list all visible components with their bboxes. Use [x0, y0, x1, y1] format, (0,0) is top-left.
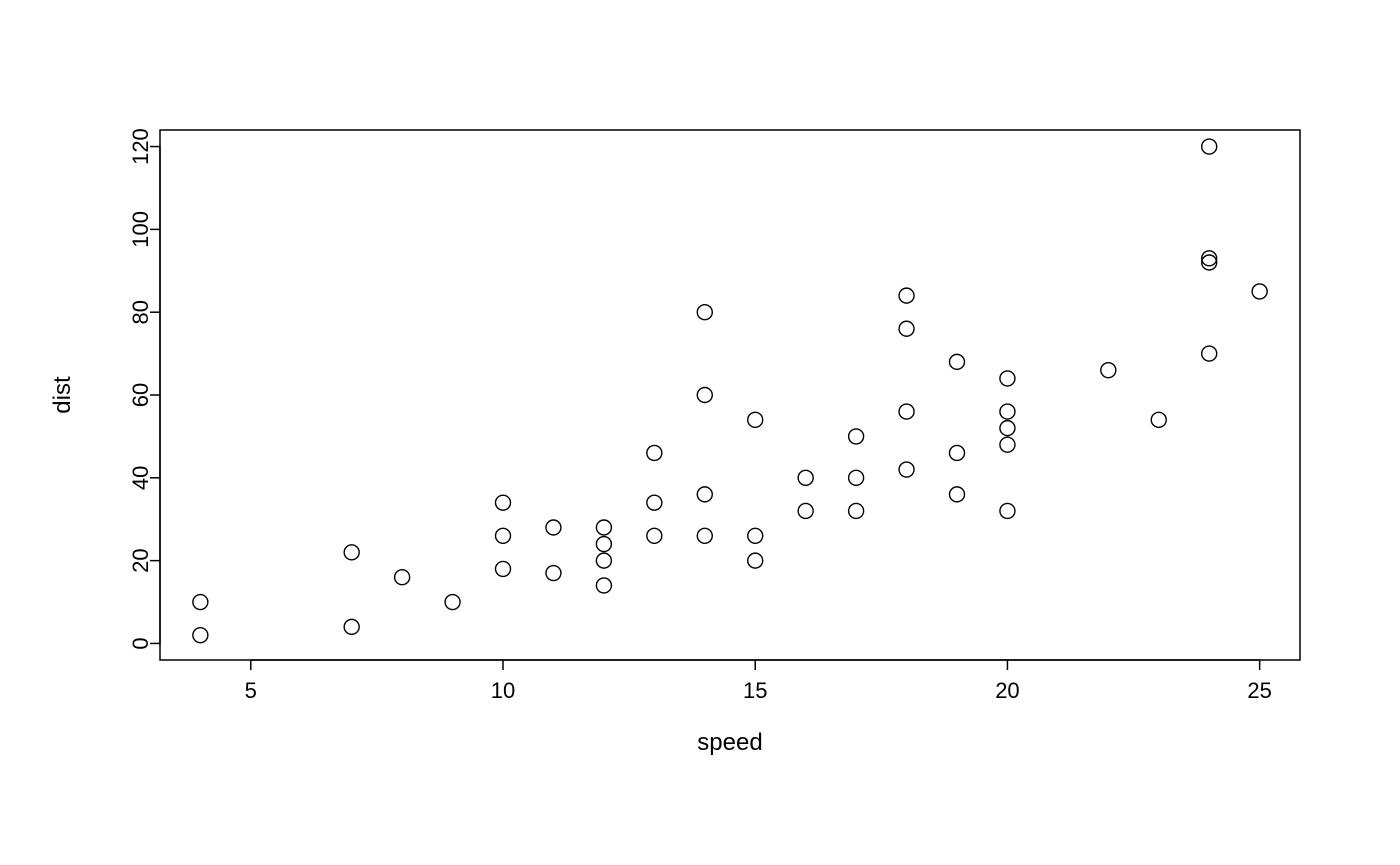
- data-point: [748, 553, 763, 568]
- data-point: [344, 545, 359, 560]
- y-axis: 0 20 40 60 80 100 120: [128, 128, 160, 649]
- data-point: [849, 470, 864, 485]
- data-point: [798, 470, 813, 485]
- data-point: [496, 495, 511, 510]
- data-point: [395, 570, 410, 585]
- data-point: [596, 553, 611, 568]
- data-point: [899, 321, 914, 336]
- y-tick-label: 120: [128, 128, 153, 165]
- data-point: [899, 288, 914, 303]
- data-point: [1000, 437, 1015, 452]
- data-point: [1252, 284, 1267, 299]
- data-point: [1202, 251, 1217, 266]
- data-point: [546, 566, 561, 581]
- y-tick-label: 60: [128, 383, 153, 407]
- data-point: [496, 528, 511, 543]
- plot-border: [160, 130, 1300, 660]
- x-tick-label: 10: [491, 678, 515, 703]
- data-point: [1151, 412, 1166, 427]
- x-axis-label: speed: [697, 729, 762, 756]
- data-point: [949, 445, 964, 460]
- data-point: [193, 595, 208, 610]
- scatter-chart: 5 10 15 20 25 0 20 40 60 80 100 120 speed dist: [0, 0, 1400, 865]
- data-point: [1202, 346, 1217, 361]
- data-point: [445, 595, 460, 610]
- data-point: [647, 528, 662, 543]
- data-point: [697, 528, 712, 543]
- data-point: [1000, 404, 1015, 419]
- data-point: [193, 628, 208, 643]
- y-tick-label: 20: [128, 548, 153, 572]
- data-point: [596, 578, 611, 593]
- data-point: [748, 528, 763, 543]
- y-tick-label: 0: [128, 637, 153, 649]
- y-tick-label: 100: [128, 211, 153, 248]
- data-point: [647, 445, 662, 460]
- x-tick-label: 20: [995, 678, 1019, 703]
- data-point: [899, 404, 914, 419]
- chart-svg: 5 10 15 20 25 0 20 40 60 80 100 120 speed dist: [0, 0, 1400, 865]
- data-point: [596, 520, 611, 535]
- data-point: [1000, 371, 1015, 386]
- data-point: [849, 429, 864, 444]
- data-point: [647, 495, 662, 510]
- x-tick-label: 25: [1247, 678, 1271, 703]
- y-tick-label: 80: [128, 300, 153, 324]
- data-point: [697, 305, 712, 320]
- data-point: [949, 487, 964, 502]
- x-axis: 5 10 15 20 25: [245, 660, 1272, 703]
- data-point: [344, 619, 359, 634]
- x-tick-label: 15: [743, 678, 767, 703]
- data-point: [949, 354, 964, 369]
- data-point: [1202, 255, 1217, 270]
- data-point: [1202, 139, 1217, 154]
- data-point: [1000, 503, 1015, 518]
- y-tick-label: 40: [128, 466, 153, 490]
- data-point: [697, 388, 712, 403]
- x-tick-label: 5: [245, 678, 257, 703]
- data-point: [1000, 421, 1015, 436]
- data-point: [546, 520, 561, 535]
- data-point: [496, 561, 511, 576]
- data-point: [697, 487, 712, 502]
- data-point: [849, 503, 864, 518]
- data-point: [798, 503, 813, 518]
- data-point: [899, 462, 914, 477]
- data-point: [748, 412, 763, 427]
- data-point: [1101, 363, 1116, 378]
- y-axis-label: dist: [49, 376, 76, 414]
- data-points: [193, 139, 1267, 643]
- data-point: [596, 537, 611, 552]
